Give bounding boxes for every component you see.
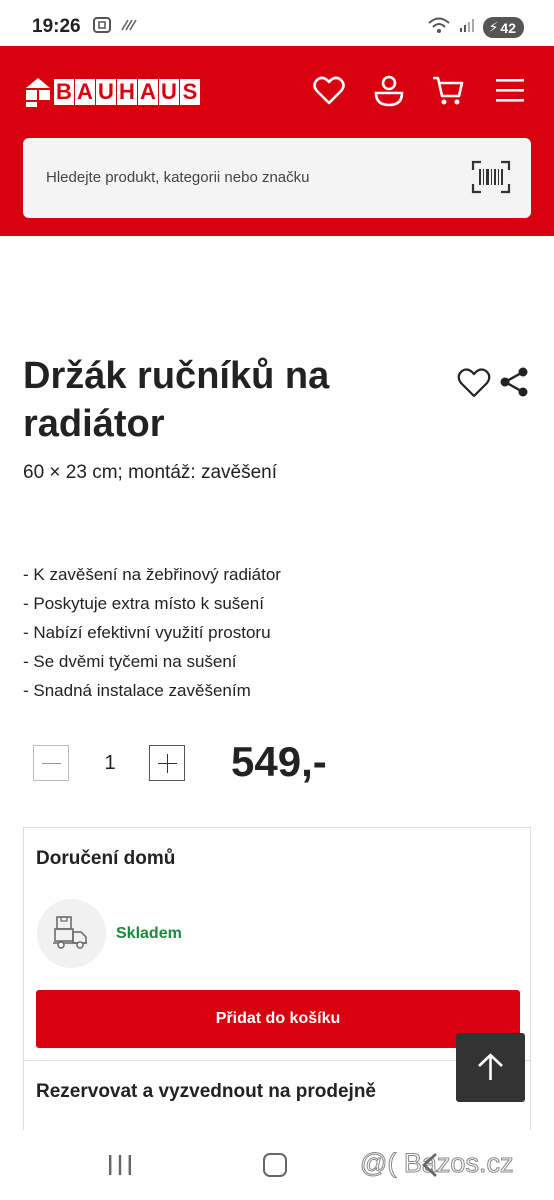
product-dimensions: 60 × 23 cm; montáž: zavěšení (23, 462, 277, 483)
back-icon[interactable] (420, 1152, 440, 1178)
feature-item: - Snadná instalace zavěšením (23, 681, 251, 700)
menu-icon[interactable] (494, 74, 528, 108)
reserve-pickup-title[interactable]: Rezervovat a vyzvednout na prodejně (36, 1081, 376, 1103)
logo-letter: U (96, 79, 116, 105)
scroll-to-top-button[interactable] (456, 1033, 525, 1102)
logo-letter: S (180, 79, 200, 105)
logo-letter: U (159, 79, 179, 105)
logo-letter: B (54, 79, 74, 105)
battery-level: 42 (500, 19, 516, 36)
divider (24, 1060, 530, 1061)
product-title: Držák ručníků na radiátor (23, 355, 330, 445)
logo-letter: A (138, 79, 158, 105)
quantity-decrease-button[interactable] (33, 745, 69, 781)
screenshot-icon (92, 16, 112, 39)
logo-mark-icon (24, 76, 52, 108)
stock-status: Skladem (116, 925, 182, 942)
nfc-icon (120, 18, 138, 37)
wifi-icon (427, 16, 451, 39)
barcode-scan-icon[interactable] (471, 160, 511, 194)
battery-icon: ⚡ 42 (482, 17, 524, 38)
delivery-title: Doručení domů (36, 848, 176, 869)
status-bar: 19:26 ⚡ 42 (0, 0, 554, 46)
status-time: 19:26 (32, 16, 81, 37)
delivery-truck-icon (37, 899, 106, 968)
logo-letter: A (75, 79, 95, 105)
system-nav-bar: @( Bazos.cz (0, 1130, 554, 1200)
search-bar (23, 138, 531, 218)
quantity-value[interactable]: 1 (92, 752, 128, 775)
favorites-icon[interactable] (312, 74, 346, 108)
feature-item: - K zavěšení na žebřinový radiátor (23, 565, 281, 584)
logo-text: B A U H A U S (54, 79, 200, 105)
share-icon[interactable] (498, 366, 530, 398)
feature-item: - Poskytuje extra místo k sušení (23, 594, 264, 613)
add-to-favorites-heart-icon[interactable] (456, 366, 492, 400)
quantity-increase-button[interactable] (149, 745, 185, 781)
feature-item: - Se dvěmi tyčemi na sušení (23, 652, 237, 671)
add-to-cart-button[interactable]: Přidat do košíku (36, 990, 520, 1048)
signal-icon (459, 17, 475, 38)
search-input[interactable] (46, 162, 426, 192)
home-icon[interactable] (263, 1153, 287, 1177)
delivery-card: Doručení domů Skladem Přidat do košíku R… (23, 827, 531, 1147)
logo-letter: H (117, 79, 137, 105)
feature-list: - K zavěšení na žebřinový radiátor - Pos… (23, 560, 281, 705)
cart-icon[interactable] (431, 74, 465, 108)
bauhaus-logo[interactable]: B A U H A U S (24, 76, 200, 108)
account-icon[interactable] (372, 74, 406, 108)
site-header: B A U H A U S (0, 46, 554, 236)
product-price: 549,- (231, 738, 327, 785)
recent-apps-icon[interactable] (106, 1154, 134, 1176)
feature-item: - Nabízí efektivní využití prostoru (23, 623, 271, 642)
